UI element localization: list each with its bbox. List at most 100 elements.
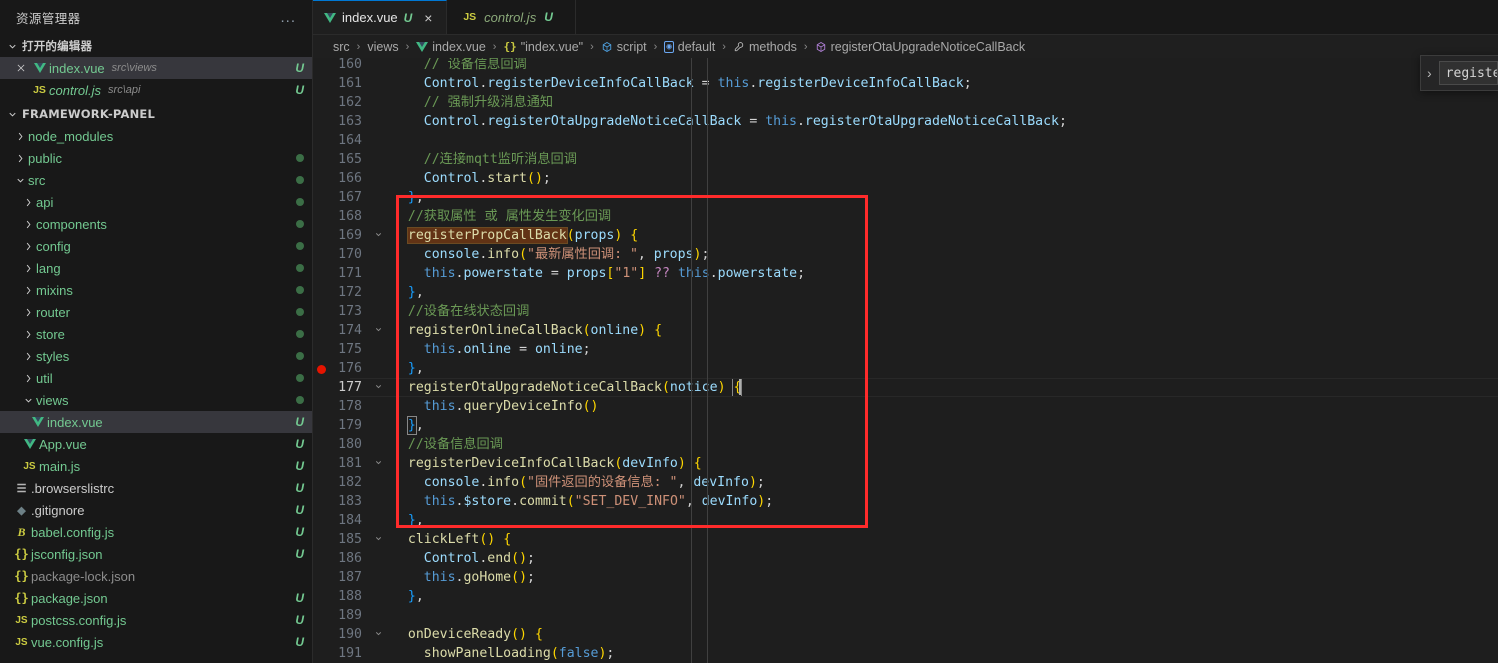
breakpoint-gutter[interactable] [313, 188, 331, 207]
code-line[interactable]: 174 registerOnlineCallBack(online) { [313, 321, 1498, 340]
tree-item-gitignore[interactable]: ◆ .gitignore U [0, 499, 312, 521]
tree-item-mixins[interactable]: mixins [0, 279, 312, 301]
breadcrumb-item-methods[interactable]: methods [732, 40, 798, 54]
chevron-right-icon[interactable] [20, 260, 36, 276]
tree-item-components[interactable]: components [0, 213, 312, 235]
tree-item-views[interactable]: views [0, 389, 312, 411]
tab-control-js[interactable]: JS control.js U [447, 0, 576, 34]
code-editor[interactable]: 160 // 设备信息回调 161 Control.registerDeviceI… [313, 58, 1498, 663]
breakpoint-gutter[interactable] [313, 530, 331, 549]
code-line[interactable]: 164 [313, 131, 1498, 150]
fold-chevron-icon[interactable] [369, 454, 388, 473]
code-line[interactable]: 167 }, [313, 188, 1498, 207]
tree-item-browserslistrc[interactable]: ☰ .browserslistrc U [0, 477, 312, 499]
breakpoint-gutter[interactable] [313, 454, 331, 473]
breakpoint-gutter[interactable] [313, 207, 331, 226]
chevron-right-icon[interactable] [20, 238, 36, 254]
chevron-down-icon[interactable] [12, 172, 28, 188]
code-line[interactable]: 186 Control.end(); [313, 549, 1498, 568]
tree-item-package-lock-json[interactable]: {} package-lock.json [0, 565, 312, 587]
code-line[interactable]: 185 clickLeft() { [313, 530, 1498, 549]
chevron-right-icon[interactable] [20, 348, 36, 364]
chevron-right-icon[interactable] [20, 304, 36, 320]
fold-chevron-icon[interactable] [369, 625, 388, 644]
section-open-editors[interactable]: 打开的编辑器 [0, 35, 312, 57]
code-line[interactable]: 161 Control.registerDeviceInfoCallBack =… [313, 74, 1498, 93]
tree-item-main-js[interactable]: JS main.js U [0, 455, 312, 477]
code-line[interactable]: 169 registerPropCallBack(props) { [313, 226, 1498, 245]
tree-item-node-modules[interactable]: node_modules [0, 125, 312, 147]
tree-item-postcss-config-js[interactable]: JS postcss.config.js U [0, 609, 312, 631]
tree-item-public[interactable]: public [0, 147, 312, 169]
code-line[interactable]: 191 showPanelLoading(false); [313, 644, 1498, 663]
breakpoint-gutter[interactable] [313, 606, 331, 625]
code-line[interactable]: 168 //获取属性 或 属性发生变化回调 [313, 207, 1498, 226]
breadcrumb-item-registerotaupgradenoticecallback[interactable]: registerOtaUpgradeNoticeCallBack [814, 40, 1027, 54]
code-line[interactable]: 172 }, [313, 283, 1498, 302]
breakpoint-icon[interactable] [313, 359, 331, 378]
fold-chevron-icon[interactable] [369, 226, 388, 245]
chevron-down-icon[interactable] [20, 392, 36, 408]
breakpoint-gutter[interactable] [313, 435, 331, 454]
breakpoint-gutter[interactable] [313, 226, 331, 245]
code-line[interactable]: 180 //设备信息回调 [313, 435, 1498, 454]
breakpoint-gutter[interactable] [313, 245, 331, 264]
code-line[interactable]: 177 registerOtaUpgradeNoticeCallBack(not… [313, 378, 1498, 397]
tree-item-styles[interactable]: styles [0, 345, 312, 367]
tree-item-config[interactable]: config [0, 235, 312, 257]
tree-item-store[interactable]: store [0, 323, 312, 345]
fold-chevron-icon[interactable] [369, 321, 388, 340]
tree-item-app-vue[interactable]: App.vue U [0, 433, 312, 455]
breakpoint-gutter[interactable] [313, 492, 331, 511]
code-line[interactable]: 182 console.info("固件返回的设备信息: ", devInfo)… [313, 473, 1498, 492]
breakpoint-gutter[interactable] [313, 58, 331, 74]
fold-chevron-icon[interactable] [369, 378, 388, 397]
breadcrumb-item-default[interactable]: ◉ default [663, 40, 716, 54]
breakpoint-gutter[interactable] [313, 568, 331, 587]
tree-item-src[interactable]: src [0, 169, 312, 191]
tree-item-babel-config-js[interactable]: Bbabel.config.js U [0, 521, 312, 543]
code-line[interactable]: 165 //连接mqtt监听消息回调 [313, 150, 1498, 169]
chevron-right-icon[interactable] [12, 128, 28, 144]
tree-item-jsconfig-json[interactable]: {} jsconfig.json U [0, 543, 312, 565]
breakpoint-gutter[interactable] [313, 283, 331, 302]
breakpoint-gutter[interactable] [313, 302, 331, 321]
code-line[interactable]: 176 }, [313, 359, 1498, 378]
tree-item-index-vue[interactable]: index.vue U [0, 411, 312, 433]
tab-close-icon[interactable]: × [420, 10, 436, 26]
breakpoint-gutter[interactable] [313, 93, 331, 112]
code-line[interactable]: 166 Control.start(); [313, 169, 1498, 188]
code-line[interactable]: 190 onDeviceReady() { [313, 625, 1498, 644]
breakpoint-gutter[interactable] [313, 549, 331, 568]
breadcrumb-item-views[interactable]: views [366, 40, 399, 54]
section-framework-panel[interactable]: FRAMEWORK-PANEL [0, 103, 312, 125]
tree-item-vue-config-js[interactable]: JS vue.config.js U [0, 631, 312, 653]
code-line[interactable]: 189 [313, 606, 1498, 625]
code-line[interactable]: 162 // 强制升级消息通知 [313, 93, 1498, 112]
fold-chevron-icon[interactable] [369, 530, 388, 549]
chevron-right-icon[interactable] [20, 282, 36, 298]
chevron-right-icon[interactable] [20, 326, 36, 342]
breakpoint-gutter[interactable] [313, 378, 331, 397]
tree-item-lang[interactable]: lang [0, 257, 312, 279]
breakpoint-gutter[interactable] [313, 644, 331, 663]
breakpoint-gutter[interactable] [313, 397, 331, 416]
tree-item-api[interactable]: api [0, 191, 312, 213]
code-line[interactable]: 179 }, [313, 416, 1498, 435]
chevron-right-icon[interactable] [20, 194, 36, 210]
breakpoint-gutter[interactable] [313, 511, 331, 530]
breadcrumb-item-script[interactable]: script [600, 40, 648, 54]
breakpoint-gutter[interactable] [313, 321, 331, 340]
chevron-right-icon[interactable]: › [1427, 65, 1432, 81]
code-line[interactable]: 175 this.online = online; [313, 340, 1498, 359]
breadcrumb-item-indexvue[interactable]: index.vue [415, 40, 487, 54]
code-line[interactable]: 188 }, [313, 587, 1498, 606]
tree-item-util[interactable]: util [0, 367, 312, 389]
breakpoint-gutter[interactable] [313, 416, 331, 435]
code-line[interactable]: 178 this.queryDeviceInfo() [313, 397, 1498, 416]
breakpoint-gutter[interactable] [313, 625, 331, 644]
peek-widget[interactable]: › registerO [1420, 55, 1498, 91]
tab-index-vue[interactable]: index.vue U × [313, 0, 448, 34]
code-line[interactable]: 181 registerDeviceInfoCallBack(devInfo) … [313, 454, 1498, 473]
chevron-right-icon[interactable] [20, 370, 36, 386]
